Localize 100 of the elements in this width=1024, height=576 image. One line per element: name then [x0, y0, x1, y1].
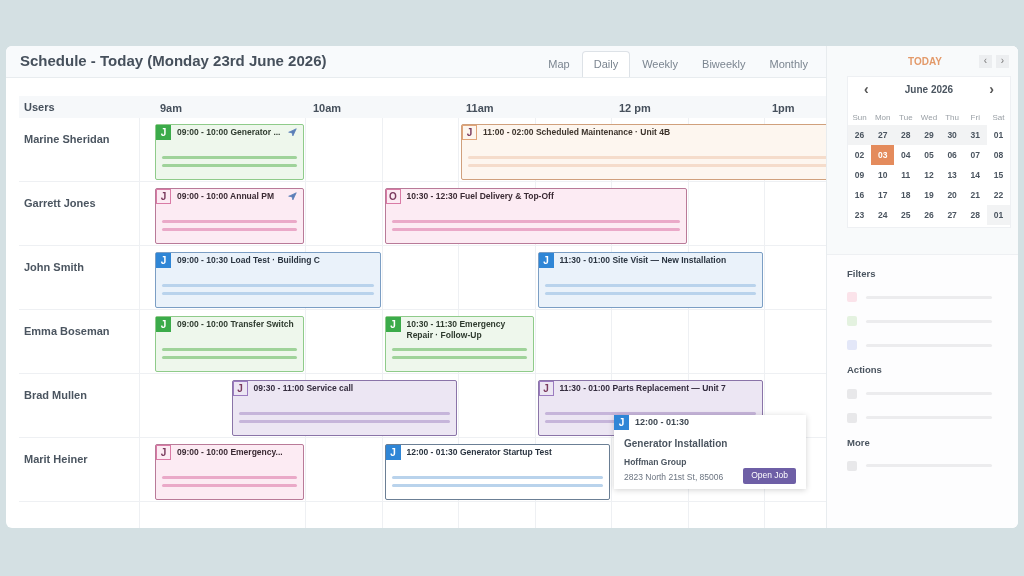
job-card[interactable]: J 10:30 - 11:30 Emergency Repair · Follow-Up	[384, 316, 534, 372]
calendar-day[interactable]: 19	[917, 185, 941, 205]
option-checkbox[interactable]	[847, 292, 857, 303]
job-card[interactable]: J 09:00 - 10:30 Load Test · Building C	[155, 252, 381, 308]
next-button[interactable]: ›	[996, 54, 1009, 68]
calendar-day[interactable]: 14	[963, 165, 987, 185]
calendar-day[interactable]: 15	[986, 165, 1010, 185]
calendar-day[interactable]: 12	[917, 165, 941, 185]
job-title: 10:30 - 12:30 Fuel Delivery & Top-Off	[406, 190, 555, 202]
job-type-badge: J	[614, 415, 629, 430]
job-title: 09:00 - 10:00 Emergency...	[177, 446, 284, 458]
job-card[interactable]: J 09:00 - 10:00 Generator ...	[155, 124, 304, 180]
calendar-day[interactable]: 25	[894, 205, 918, 225]
job-title: 11:30 - 01:00 Parts Replacement — Unit 7	[559, 382, 727, 394]
job-card[interactable]: J 09:00 - 10:00 Annual PM	[155, 188, 304, 244]
calendar-day[interactable]: 23	[848, 205, 872, 225]
calendar-day[interactable]: 06	[940, 145, 964, 165]
view-tab[interactable]: Monthly	[757, 51, 820, 77]
previous-button[interactable]: ‹	[979, 54, 992, 68]
job-card[interactable]: J 09:00 - 10:00 Emergency...	[155, 444, 304, 500]
job-type-badge: J	[538, 381, 554, 396]
month-title: June 2026	[904, 82, 954, 97]
job-title: 09:30 - 11:00 Service call	[253, 382, 355, 394]
job-type-badge: J	[156, 253, 171, 268]
weekday-label: Sun	[851, 112, 868, 124]
view-tab[interactable]: Daily	[581, 51, 631, 77]
calendar-day[interactable]: 01	[986, 125, 1010, 145]
calendar-day[interactable]: 29	[917, 125, 941, 145]
open-job-button[interactable]: Open Job	[743, 467, 796, 484]
calendar-day[interactable]: 08	[986, 145, 1010, 165]
job-type-badge: J	[156, 317, 171, 332]
job-type-badge: J	[538, 253, 554, 268]
job-title: 11:00 - 02:00 Scheduled Maintenance · Unit 4B	[483, 126, 672, 138]
calendar-day[interactable]: 24	[871, 205, 895, 225]
user-name: Brad Mullen	[24, 389, 87, 401]
job-type-badge: J	[232, 381, 248, 396]
job-title: 09:00 - 10:30 Load Test · Building C	[177, 254, 321, 266]
user-name: Marine Sheridan	[24, 133, 110, 145]
calendar-day[interactable]: 26	[917, 205, 941, 225]
job-type-badge: J	[156, 125, 171, 140]
job-type-badge: J	[385, 445, 401, 460]
hour-label: 11am	[466, 101, 494, 116]
job-card[interactable]: J 09:00 - 10:00 Transfer Switch	[155, 316, 304, 372]
calendar-day[interactable]: 04	[894, 145, 918, 165]
customer-name: Hoffman Group	[624, 456, 688, 469]
calendar-day[interactable]: 10	[871, 165, 895, 185]
calendar-day[interactable]: 13	[940, 165, 964, 185]
hour-label: 9am	[160, 101, 183, 116]
weekday-label: Tue	[898, 112, 914, 124]
job-card[interactable]: J 11:00 - 02:00 Scheduled Maintenance · Unit 4B	[461, 124, 826, 180]
view-tab[interactable]: Map	[536, 51, 582, 77]
calendar-day[interactable]: 17	[871, 185, 895, 205]
job-card[interactable]: J 09:30 - 11:00 Service call	[231, 380, 457, 436]
calendar-day[interactable]: 18	[894, 185, 918, 205]
weekday-label: Thu	[944, 112, 961, 124]
section-heading: More	[847, 435, 871, 450]
user-name: Garrett Jones	[24, 197, 96, 209]
next-month-button[interactable]: ›	[989, 78, 994, 100]
calendar-day[interactable]: 20	[940, 185, 964, 205]
section-heading: Filters	[847, 267, 877, 281]
option-checkbox[interactable]	[847, 316, 857, 327]
calendar-day[interactable]: 05	[917, 145, 941, 165]
calendar-day[interactable]: 28	[963, 205, 987, 225]
weekday-label: Fri	[969, 112, 981, 124]
job-title: 09:00 - 10:00 Annual PM	[177, 190, 275, 202]
calendar-day[interactable]: 07	[963, 145, 987, 165]
calendar-day[interactable]: 16	[848, 185, 872, 205]
job-title: 11:30 - 01:00 Site Visit — New Installation	[559, 254, 728, 266]
calendar-day[interactable]: 27	[940, 205, 964, 225]
job-title: 10:30 - 11:30 Emergency Repair · Follow-Up	[406, 318, 507, 341]
job-type-badge: J	[156, 189, 171, 204]
user-name: Marit Heiner	[24, 453, 88, 465]
view-tab[interactable]: Weekly	[630, 51, 691, 77]
job-title: 09:00 - 10:00 Generator ...	[177, 126, 282, 138]
job-card[interactable]: O 10:30 - 12:30 Fuel Delivery & Top-Off	[384, 188, 687, 244]
hour-label: 10am	[313, 101, 342, 116]
calendar-day[interactable]: 31	[963, 125, 987, 145]
calendar-day[interactable]: 27	[871, 125, 895, 145]
calendar-day[interactable]: 21	[963, 185, 987, 205]
job-card[interactable]: J 11:30 - 01:00 Site Visit — New Installation	[537, 252, 763, 308]
view-tab[interactable]: Biweekly	[690, 51, 758, 77]
calendar-day[interactable]: 28	[894, 125, 918, 145]
schedule-title: Schedule - Today (Monday 23rd June 2026)	[20, 51, 327, 72]
calendar-day[interactable]: 02	[848, 145, 872, 165]
weekday-label: Wed	[919, 112, 939, 124]
option-checkbox[interactable]	[847, 340, 857, 351]
calendar-day[interactable]: 26	[848, 125, 872, 145]
job-title: 12:00 - 01:30 Generator Startup Test	[406, 446, 553, 458]
calendar-day[interactable]: 30	[940, 125, 964, 145]
job-card[interactable]: J 12:00 - 01:30 Generator Startup Test	[384, 444, 610, 500]
calendar-day[interactable]: 01	[986, 205, 1010, 225]
job-type-badge: J	[462, 125, 477, 140]
calendar-day[interactable]: 09	[848, 165, 872, 185]
address-text: 2823 North 21st St, 85006	[624, 470, 724, 484]
weekday-label: Mon	[873, 112, 892, 124]
calendar-day[interactable]: 22	[986, 185, 1010, 205]
user-name: Emma Boseman	[24, 325, 110, 337]
job-type-badge: J	[156, 445, 171, 460]
calendar-day[interactable]: 11	[894, 165, 918, 185]
previous-month-button[interactable]: ‹	[864, 78, 869, 100]
